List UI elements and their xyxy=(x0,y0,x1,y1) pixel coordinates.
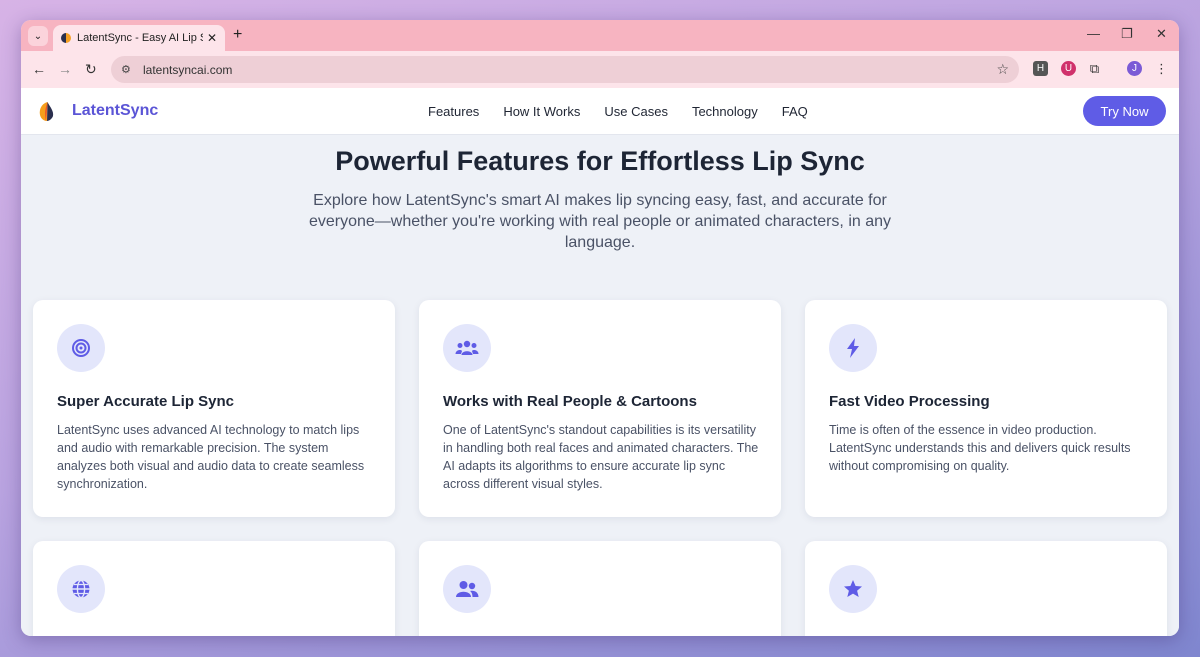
browser-tab[interactable]: LatentSync - Easy AI Lip Sync fo ✕ xyxy=(53,25,225,51)
chevron-down-icon: ⌄ xyxy=(33,30,43,42)
target-icon xyxy=(57,324,105,372)
feature-card xyxy=(33,541,395,636)
feature-card: Works with Real People & Cartoons One of… xyxy=(419,300,781,517)
star-icon xyxy=(829,565,877,613)
feature-description: One of LatentSync's standout capabilitie… xyxy=(443,423,759,491)
bookmark-star-icon[interactable]: ☆ xyxy=(996,61,1009,78)
latentsync-logo-icon[interactable] xyxy=(38,101,57,122)
feature-card: Super Accurate Lip Sync LatentSync uses … xyxy=(33,300,395,517)
globe-icon xyxy=(57,565,105,613)
nav-features[interactable]: Features xyxy=(428,104,479,119)
web-page: LatentSync Features How It Works Use Cas… xyxy=(21,88,1179,636)
feature-card: Fast Video Processing Time is often of t… xyxy=(805,300,1167,517)
feature-card xyxy=(419,541,781,636)
feature-card xyxy=(805,541,1167,636)
feature-title: Fast Video Processing xyxy=(829,393,990,410)
try-now-button[interactable]: Try Now xyxy=(1083,96,1166,126)
site-info-icon[interactable]: ⚙ xyxy=(121,63,135,77)
site-header: LatentSync Features How It Works Use Cas… xyxy=(21,88,1179,135)
tab-search-button[interactable]: ⌄ xyxy=(28,26,48,46)
feature-description: Time is often of the essence in video pr… xyxy=(829,423,1131,473)
nav-how-it-works[interactable]: How It Works xyxy=(503,104,580,119)
extension-h-icon[interactable]: H xyxy=(1033,61,1048,76)
browser-window: ⌄ LatentSync - Easy AI Lip Sync fo ✕ + —… xyxy=(21,20,1179,636)
minimize-icon[interactable]: — xyxy=(1087,26,1100,41)
new-tab-button[interactable]: + xyxy=(233,26,242,44)
lightning-icon xyxy=(829,324,877,372)
restore-icon[interactable]: ❐ xyxy=(1121,26,1133,42)
nav-use-cases[interactable]: Use Cases xyxy=(604,104,668,119)
forward-icon[interactable]: → xyxy=(58,61,72,77)
section-subtitle: Explore how LatentSync's smart AI makes … xyxy=(308,192,892,251)
tab-title: LatentSync - Easy AI Lip Sync fo xyxy=(77,32,203,44)
address-bar[interactable]: ⚙ latentsyncai.com ☆ xyxy=(111,56,1019,83)
people-group-icon xyxy=(443,324,491,372)
tab-strip: ⌄ LatentSync - Easy AI Lip Sync fo ✕ + —… xyxy=(21,20,1179,51)
browser-toolbar: ← → ↻ ⚙ latentsyncai.com ☆ H U ⧉ J ⋮ xyxy=(21,51,1179,88)
feature-description: LatentSync uses advanced AI technology t… xyxy=(57,423,365,491)
extensions-puzzle-icon[interactable]: ⧉ xyxy=(1087,61,1102,76)
close-window-icon[interactable]: ✕ xyxy=(1156,26,1167,42)
url-text: latentsyncai.com xyxy=(143,62,233,77)
menu-kebab-icon[interactable]: ⋮ xyxy=(1154,61,1169,76)
nav-technology[interactable]: Technology xyxy=(692,104,758,119)
reload-icon[interactable]: ↻ xyxy=(85,61,97,78)
feature-title: Super Accurate Lip Sync xyxy=(57,393,234,410)
feature-title: Works with Real People & Cartoons xyxy=(443,393,697,410)
nav-faq[interactable]: FAQ xyxy=(782,104,808,119)
close-tab-icon[interactable]: ✕ xyxy=(207,31,217,45)
favicon-icon xyxy=(61,33,71,43)
main-nav: Features How It Works Use Cases Technolo… xyxy=(428,104,832,119)
ublock-shield-icon[interactable]: U xyxy=(1061,61,1076,76)
back-icon[interactable]: ← xyxy=(32,61,46,77)
users-icon xyxy=(443,565,491,613)
brand-name[interactable]: LatentSync xyxy=(72,102,158,120)
profile-avatar[interactable]: J xyxy=(1127,61,1142,76)
section-title: Powerful Features for Effortless Lip Syn… xyxy=(335,146,865,176)
